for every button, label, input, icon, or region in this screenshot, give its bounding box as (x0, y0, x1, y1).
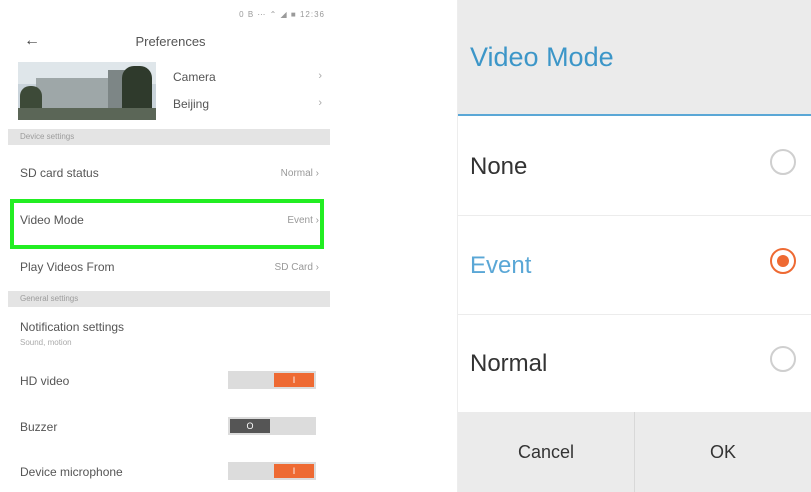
option-event[interactable]: Event (458, 216, 811, 315)
preferences-screen: 0 B ⋯ ⌃ ◢ ■ 12:36 ← Preferences Camera ›… (8, 0, 333, 492)
radio-icon[interactable] (770, 346, 796, 372)
dialog-title: Video Mode (470, 42, 614, 72)
option-label: Event (470, 252, 532, 279)
dialog-divider (458, 114, 811, 116)
video-mode-row[interactable]: Video Mode (20, 213, 320, 227)
option-normal[interactable]: Normal (458, 314, 811, 413)
video-mode-value: Event › (287, 215, 319, 226)
buzzer-label: Buzzer (20, 420, 58, 434)
toggle-knob-on: I (274, 373, 314, 387)
header: ← Preferences (8, 28, 333, 56)
notification-settings-sub: Sound, motion (20, 338, 72, 347)
sd-card-status-label: SD card status (20, 166, 99, 180)
camera-location[interactable]: Beijing (173, 97, 209, 111)
section-header-general: General settings (8, 291, 330, 307)
option-label: Normal (470, 350, 548, 377)
toggle-knob-off: O (230, 419, 270, 433)
ok-button[interactable]: OK (635, 412, 811, 492)
video-mode-dialog: Video Mode None Event Normal Cancel OK (457, 0, 811, 492)
radio-selected-icon[interactable] (770, 248, 796, 274)
option-label: None (470, 153, 528, 180)
device-microphone-toggle[interactable]: I (228, 462, 316, 480)
dialog-button-bar: Cancel OK (458, 412, 811, 492)
sd-card-status-value: Normal › (280, 168, 319, 179)
video-mode-label: Video Mode (20, 213, 84, 227)
play-videos-label: Play Videos From (20, 260, 115, 274)
sd-card-status-row[interactable]: SD card status (20, 166, 320, 180)
toggle-knob-on: I (274, 464, 314, 478)
option-none[interactable]: None (458, 117, 811, 216)
device-microphone-label: Device microphone (20, 465, 123, 479)
status-bar: 0 B ⋯ ⌃ ◢ ■ 12:36 (239, 10, 325, 19)
radio-icon[interactable] (770, 149, 796, 175)
section-header-device: Device settings (8, 129, 330, 145)
buzzer-toggle[interactable]: O (228, 417, 316, 435)
dialog-header: Video Mode (458, 0, 811, 116)
notification-settings-row[interactable]: Notification settings (20, 320, 320, 334)
chevron-right-icon: › (318, 70, 322, 82)
notification-settings-label: Notification settings (20, 320, 125, 334)
page-title: Preferences (135, 34, 206, 49)
camera-name[interactable]: Camera (173, 70, 216, 84)
camera-card[interactable]: Camera › Beijing › (18, 62, 328, 124)
hd-video-toggle[interactable]: I (228, 371, 316, 389)
play-videos-value: SD Card › (274, 262, 319, 273)
hd-video-label: HD video (20, 374, 70, 388)
chevron-right-icon: › (318, 97, 322, 109)
cancel-button[interactable]: Cancel (458, 412, 635, 492)
camera-thumbnail (18, 62, 156, 120)
